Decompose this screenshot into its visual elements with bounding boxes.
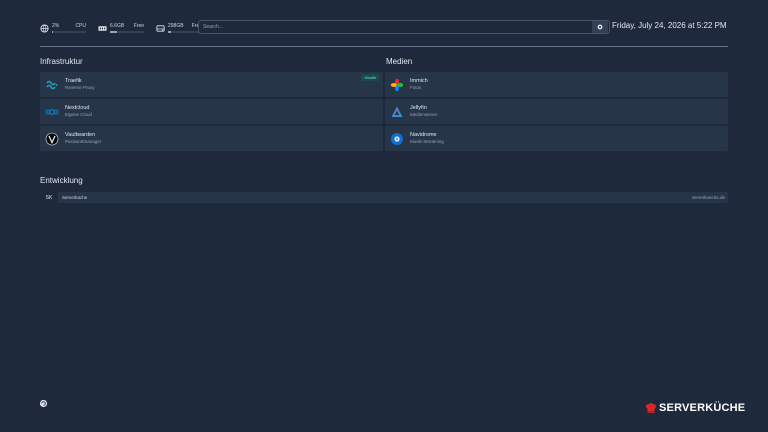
search-input[interactable] bbox=[199, 21, 592, 33]
disk-bar-fill bbox=[168, 31, 172, 33]
service-card-jellyfin[interactable]: Jellyfin Medienserver bbox=[385, 99, 728, 124]
header-divider bbox=[40, 46, 728, 47]
service-description: Musik-Streaming bbox=[410, 139, 444, 144]
cpu-value: 2% bbox=[52, 23, 60, 29]
cpu-label: CPU bbox=[75, 23, 86, 29]
group-title-medien: Medien bbox=[386, 57, 413, 66]
bookmark-url: serverkueche.de bbox=[691, 195, 725, 200]
refresh-icon[interactable] bbox=[39, 395, 48, 408]
memory-bar-fill bbox=[110, 31, 117, 33]
immich-icon bbox=[390, 78, 404, 92]
service-card-nextcloud[interactable]: Nextcloud Eigene Cloud bbox=[40, 99, 383, 124]
vaultwarden-icon bbox=[45, 132, 59, 146]
service-description: Reverse Proxy bbox=[65, 85, 95, 90]
disk-icon bbox=[156, 24, 165, 33]
nextcloud-icon bbox=[45, 105, 59, 119]
search-provider-icon bbox=[597, 24, 603, 30]
service-card-immich[interactable]: Immich Fotos bbox=[385, 72, 728, 97]
bookmark-serverkueche[interactable]: SK Serverküche serverkueche.de bbox=[40, 192, 728, 203]
service-card-navidrome[interactable]: Navidrome Musik-Streaming bbox=[385, 126, 728, 151]
service-description: Medienserver bbox=[410, 112, 438, 117]
datetime-widget: Friday, July 24, 2026 at 5:22 PM bbox=[612, 21, 727, 30]
service-card-traefik[interactable]: Traefik Reverse Proxy Health bbox=[40, 72, 383, 97]
service-name: Immich bbox=[410, 78, 428, 84]
cpu-bar-fill bbox=[52, 31, 54, 33]
service-name: Nextcloud bbox=[65, 105, 90, 111]
service-name: Navidrome bbox=[410, 132, 437, 138]
service-name: Vaultwarden bbox=[65, 132, 96, 138]
service-name: Traefik bbox=[65, 78, 82, 84]
cpu-widget: 2% CPU bbox=[40, 23, 86, 33]
group-title-entwicklung: Entwicklung bbox=[40, 176, 83, 185]
group-title-infrastruktur: Infrastruktur bbox=[40, 57, 83, 66]
cpu-icon bbox=[40, 23, 49, 33]
disk-widget: 298GB Free bbox=[156, 23, 202, 33]
memory-widget: 6.6GB Free bbox=[98, 23, 144, 33]
disk-value: 298GB bbox=[168, 23, 184, 29]
chef-hat-icon bbox=[646, 403, 656, 413]
memory-icon bbox=[98, 24, 107, 33]
jellyfin-icon bbox=[390, 105, 404, 119]
service-description: Eigene Cloud bbox=[65, 112, 93, 117]
bookmark-abbreviation: SK bbox=[40, 192, 58, 203]
service-description: Fotos bbox=[410, 85, 422, 90]
service-description: Passwortmanager bbox=[65, 139, 102, 144]
logo-text: SERVERKÜCHE bbox=[659, 402, 746, 414]
memory-bar bbox=[110, 31, 144, 33]
serverkueche-logo: SERVERKÜCHE bbox=[645, 402, 745, 414]
search-box bbox=[198, 20, 610, 34]
memory-label: Free bbox=[133, 23, 144, 29]
service-card-vaultwarden[interactable]: Vaultwarden Passwortmanager bbox=[40, 126, 383, 151]
memory-value: 6.6GB bbox=[110, 23, 125, 29]
status-badge: Health bbox=[361, 74, 379, 81]
cpu-bar bbox=[52, 31, 86, 33]
bookmark-name: Serverküche bbox=[62, 195, 88, 200]
service-name: Jellyfin bbox=[410, 105, 427, 111]
disk-bar bbox=[168, 31, 202, 33]
search-provider-button[interactable] bbox=[592, 21, 608, 33]
navidrome-icon bbox=[390, 132, 404, 146]
top-bar: 2% CPU 6.6GB Free 298GBFree Friday, July 2… bbox=[40, 19, 730, 37]
traefik-icon bbox=[45, 78, 59, 92]
